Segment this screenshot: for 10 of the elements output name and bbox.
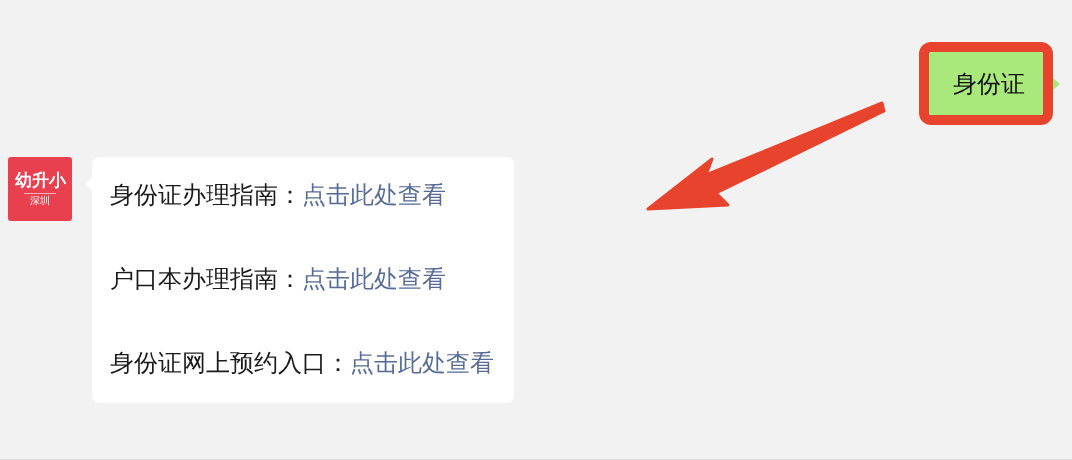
guide-label: 身份证办理指南： [110,180,302,210]
view-link[interactable]: 点击此处查看 [302,175,446,215]
logo-subtitle: 深圳 [24,192,56,208]
view-link[interactable]: 点击此处查看 [302,259,446,299]
message-bubble: 身份证 [929,52,1043,115]
guide-label: 身份证网上预约入口： [110,348,350,378]
bubble-tail-icon [1053,77,1060,90]
guide-label: 户口本办理指南： [110,264,302,294]
logo-title: 幼升小 [14,170,66,191]
view-link[interactable]: 点击此处查看 [350,343,494,383]
